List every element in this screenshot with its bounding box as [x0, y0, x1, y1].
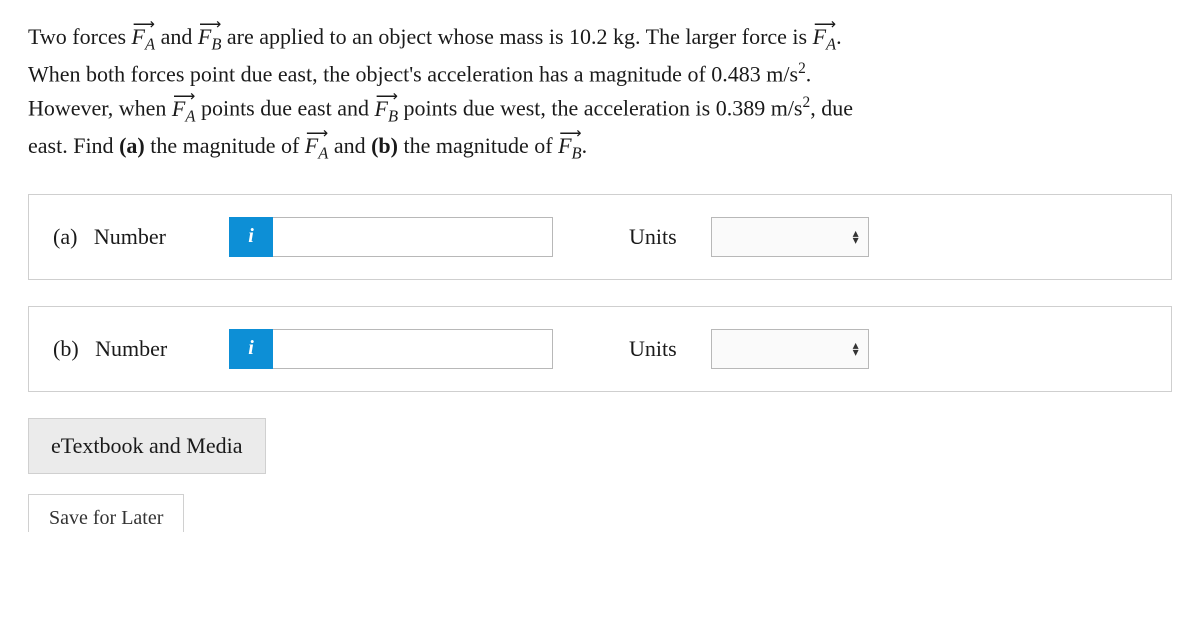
text: east. Find [28, 133, 119, 158]
text: and [155, 24, 198, 49]
info-icon[interactable]: i [229, 217, 273, 257]
text: . [806, 61, 812, 86]
text: points due west, the acceleration is 0.3… [398, 96, 802, 121]
text: When both forces point due east, the obj… [28, 61, 798, 86]
superscript: 2 [798, 60, 806, 77]
text: Two forces [28, 24, 132, 49]
info-icon[interactable]: i [229, 329, 273, 369]
text: the magnitude of [398, 133, 558, 158]
text: and [328, 133, 371, 158]
text: are applied to an object whose mass is 1… [221, 24, 812, 49]
units-select-a[interactable] [711, 217, 869, 257]
part-b-number-label: (b) Number [53, 332, 203, 366]
part-b-label: (b) [371, 133, 398, 158]
save-for-later-button[interactable]: Save for Later [28, 494, 184, 532]
vector-fb: ⟶FB [558, 129, 582, 166]
number-input-group-a: i [229, 217, 553, 257]
text: the magnitude of [145, 133, 305, 158]
part-a-number-label: (a) Number [53, 220, 203, 254]
number-input-a[interactable] [273, 217, 553, 257]
text: points due east and [195, 96, 374, 121]
vector-fb: ⟶FB [374, 92, 398, 129]
number-input-group-b: i [229, 329, 553, 369]
number-input-b[interactable] [273, 329, 553, 369]
part-a-label: (a) [119, 133, 145, 158]
vector-fa: ⟶FA [172, 92, 196, 129]
answer-row-a: (a) Number i Units ▴▾ [28, 194, 1172, 280]
text: . [582, 133, 588, 158]
vector-fa: ⟶FA [305, 129, 329, 166]
units-select-b[interactable] [711, 329, 869, 369]
units-label-b: Units [629, 332, 677, 366]
units-label-a: Units [629, 220, 677, 254]
vector-fb: ⟶FB [198, 20, 222, 57]
vector-fa: ⟶FA [132, 20, 156, 57]
text: , due [810, 96, 853, 121]
text: . [836, 24, 842, 49]
vector-fa: ⟶FA [813, 20, 837, 57]
etextbook-button[interactable]: eTextbook and Media [28, 418, 266, 474]
problem-statement: Two forces ⟶FA and ⟶FB are applied to an… [28, 20, 1172, 166]
answer-row-b: (b) Number i Units ▴▾ [28, 306, 1172, 392]
text: However, when [28, 96, 172, 121]
